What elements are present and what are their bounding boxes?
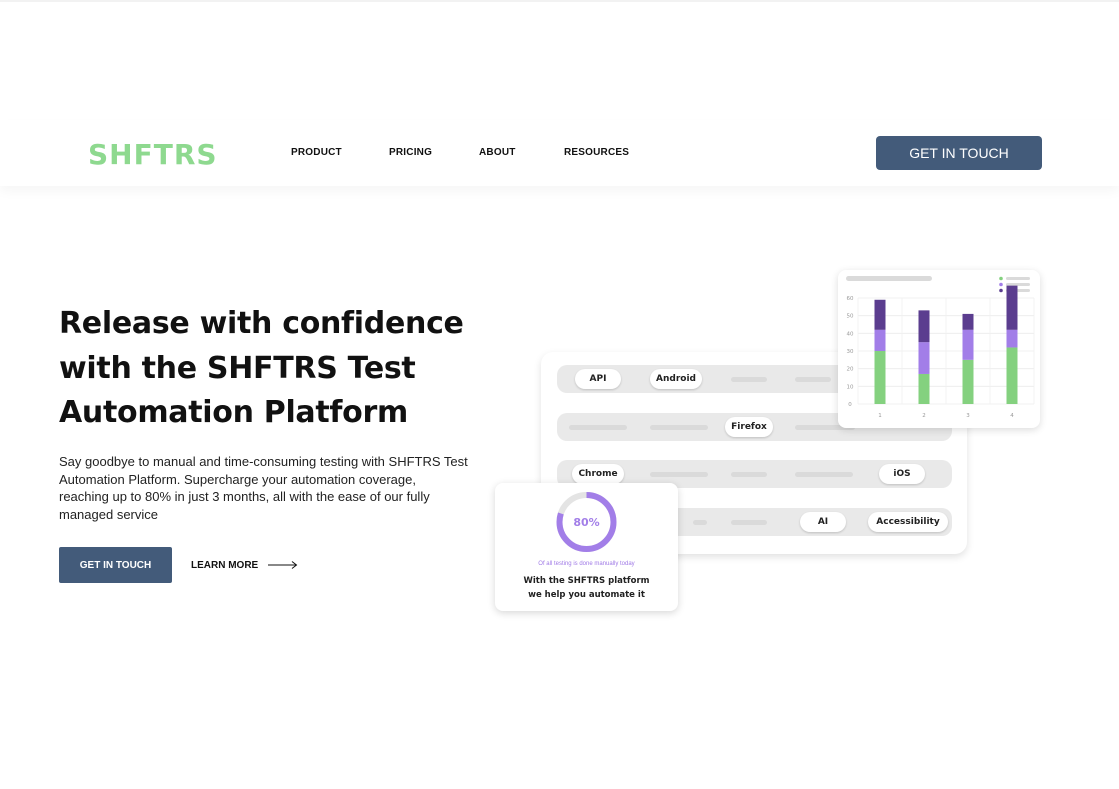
tag-firefox: Firefox xyxy=(725,417,773,437)
nav-about[interactable]: ABOUT xyxy=(479,147,516,158)
logo[interactable]: SHFTRS xyxy=(88,138,218,171)
placeholder-bar xyxy=(650,472,708,477)
bar-segment xyxy=(874,351,886,404)
donut-caption: With the SHFTRS platform we help you aut… xyxy=(495,575,678,602)
hero-title-line-1: Release with confidence xyxy=(59,306,464,341)
learn-more-link[interactable]: LEARN MORE xyxy=(191,558,298,572)
legend-dot xyxy=(999,282,1003,287)
placeholder-bar xyxy=(731,472,767,477)
bar-segment xyxy=(1006,347,1018,404)
bar-segment xyxy=(962,313,974,330)
donut-caption-small: Of all testing is done manually today xyxy=(538,561,635,567)
bar-segment xyxy=(962,359,974,404)
nav-resources[interactable]: RESOURCES xyxy=(564,147,629,158)
legend-placeholder xyxy=(1006,283,1030,286)
hero-get-in-touch-button[interactable]: GET IN TOUCH xyxy=(59,547,172,583)
donut-caption-line-2: we help you automate it xyxy=(528,589,645,600)
y-tick-label: 30 xyxy=(847,349,854,355)
bar-segment xyxy=(918,373,930,404)
tag-accessibility: Accessibility xyxy=(868,512,948,532)
hero-title-line-2: with the SHFTRS Test xyxy=(59,350,416,386)
nav-product[interactable]: PRODUCT xyxy=(291,147,342,158)
hero-title-line-3: Automation Platform xyxy=(59,395,408,430)
placeholder-bar xyxy=(693,520,707,525)
site-header: SHFTRS PRODUCT PRICING ABOUT RESOURCES G… xyxy=(0,120,1119,186)
bar-segment xyxy=(874,299,886,330)
x-tick-label: 1 xyxy=(878,413,882,419)
placeholder-bar xyxy=(650,425,708,430)
legend-dot xyxy=(999,276,1003,281)
bar-segment xyxy=(874,329,886,351)
legend-dot xyxy=(999,288,1003,293)
chart-card: 0 10 20 30 40 50 60 1 2 3 4 xyxy=(838,270,1040,428)
y-tick-label: 60 xyxy=(847,296,854,302)
legend-placeholder xyxy=(1006,277,1030,280)
tag-android: Android xyxy=(650,369,702,389)
chart-title-placeholder xyxy=(846,276,932,281)
donut-caption-line-1: With the SHFTRS platform xyxy=(523,576,650,586)
tag-api: API xyxy=(575,369,621,389)
arrow-right-icon xyxy=(268,561,298,569)
y-tick-label: 50 xyxy=(847,314,854,320)
bar-segment xyxy=(1006,285,1018,330)
stacked-bar-chart: 0 10 20 30 40 50 60 1 2 3 4 xyxy=(846,276,1035,419)
placeholder-bar xyxy=(731,377,767,382)
tag-ai: AI xyxy=(800,512,846,532)
x-tick-label: 4 xyxy=(1010,413,1014,419)
placeholder-bar xyxy=(795,377,831,382)
hero-title: Release with confidence with the SHFTRS … xyxy=(59,302,479,436)
learn-more-label: LEARN MORE xyxy=(191,559,259,571)
donut-label: 80% xyxy=(573,516,599,529)
donut-chart: 80% xyxy=(556,492,617,552)
bar-segment xyxy=(1006,329,1018,348)
placeholder-bar xyxy=(569,425,627,430)
y-tick-label: 20 xyxy=(847,367,854,373)
y-tick-label: 0 xyxy=(848,402,852,408)
header-get-in-touch-button[interactable]: GET IN TOUCH xyxy=(876,136,1042,170)
donut-card: 80% Of all testing is done manually toda… xyxy=(495,483,678,611)
placeholder-bar xyxy=(731,520,767,525)
y-tick-label: 40 xyxy=(847,331,854,337)
bar-segment xyxy=(918,342,930,374)
hero-description: Say goodbye to manual and time-consuming… xyxy=(59,454,468,522)
top-divider xyxy=(0,0,1119,2)
y-tick-label: 10 xyxy=(847,384,854,390)
nav-pricing[interactable]: PRICING xyxy=(389,147,432,158)
tag-ios: iOS xyxy=(879,464,925,484)
x-tick-label: 3 xyxy=(966,413,970,419)
bar-segment xyxy=(962,329,974,360)
tag-chrome: Chrome xyxy=(572,464,624,484)
placeholder-bar xyxy=(795,472,853,477)
x-tick-label: 2 xyxy=(922,413,926,419)
bar-segment xyxy=(918,310,930,343)
